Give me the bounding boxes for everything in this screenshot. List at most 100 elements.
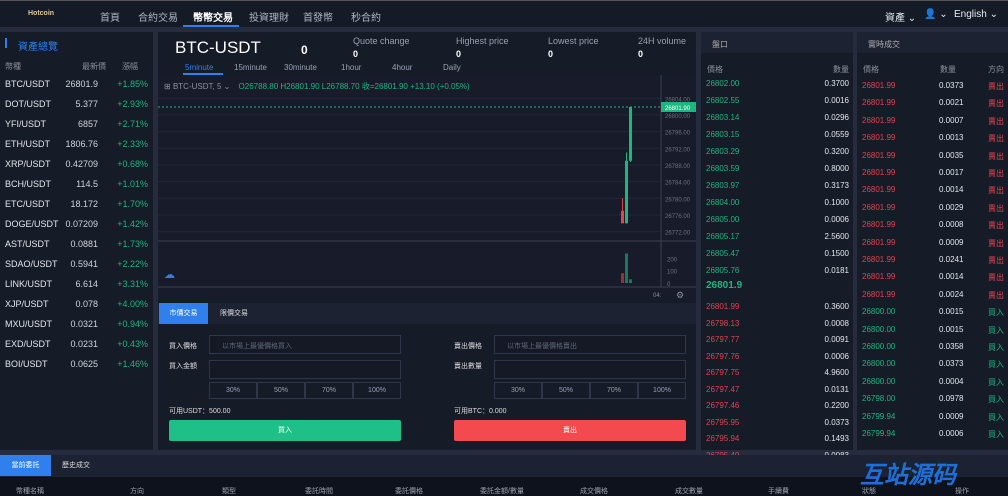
legend-symbol[interactable]: BTC-USDT, 5: [173, 82, 221, 91]
logo[interactable]: Hotcoin: [28, 10, 54, 17]
nav-item-1[interactable]: 合約交易: [138, 9, 178, 24]
user-menu[interactable]: 👤 ⌄: [924, 9, 948, 20]
ask-price: 26805.76: [706, 266, 740, 275]
bid-row[interactable]: 26795.94 0.1493: [701, 434, 853, 451]
market-row[interactable]: ETC/USDT 18.172 +1.70%: [5, 199, 148, 219]
interval-2[interactable]: 30minute: [284, 63, 317, 72]
time-label: 04:: [653, 293, 662, 299]
buy-pct-0[interactable]: 30%: [209, 382, 257, 399]
bid-row[interactable]: 26797.46 0.2200: [701, 401, 853, 418]
market-row[interactable]: BOI/USDT 0.0625 +1.46%: [5, 359, 148, 379]
market-row[interactable]: ETH/USDT 1806.76 +2.33%: [5, 139, 148, 159]
trade-qty: 0.0014: [939, 272, 964, 282]
trade-row: 26801.99 0.0017 賣出: [857, 168, 1008, 185]
trade-qty: 0.0015: [939, 307, 964, 317]
settings-icon[interactable]: ⚙: [676, 290, 684, 300]
language-menu[interactable]: English ⌄: [954, 9, 998, 20]
bid-price: 26795.94: [706, 434, 740, 443]
nav-item-2[interactable]: 幣幣交易: [193, 9, 233, 24]
market-price: 0.078: [75, 299, 98, 309]
ask-row[interactable]: 26805.17 2.5600: [701, 232, 853, 249]
market-row[interactable]: SDAO/USDT 0.5941 +2.22%: [5, 259, 148, 279]
ask-row[interactable]: 26803.14 0.0296: [701, 113, 853, 130]
bid-row[interactable]: 26798.13 0.0008: [701, 319, 853, 336]
sell-pct-0[interactable]: 30%: [494, 382, 542, 399]
market-row[interactable]: EXD/USDT 0.0231 +0.43%: [5, 339, 148, 359]
market-row[interactable]: AST/USDT 0.0881 +1.73%: [5, 239, 148, 259]
stat-label: 24H volume: [638, 36, 687, 46]
trade-price: 26800.00: [862, 342, 896, 351]
legend-close: 收=26801.90: [361, 82, 408, 91]
kline-chart[interactable]: 26804.00 26800.00 26796.00 26792.00 26788.00…: [158, 75, 696, 300]
ask-qty: 0.8000: [824, 164, 849, 173]
ticker-header: BTC-USDT 0 Quote change 0 Highest price 0 Lo…: [158, 32, 696, 75]
orders-col-8: 手續費: [768, 488, 789, 495]
sell-amount-input[interactable]: [494, 360, 686, 379]
nav-item-0[interactable]: 首頁: [100, 9, 120, 24]
market-row[interactable]: XRP/USDT 0.42709 +0.68%: [5, 159, 148, 179]
interval-5[interactable]: Daily: [443, 63, 461, 72]
chart-canvas[interactable]: 26804.0026800.0026796.0026792.0026788.00…: [158, 75, 696, 300]
buy-amount-input[interactable]: [209, 360, 401, 379]
tab-current-orders[interactable]: 當前委託: [0, 455, 51, 476]
price-tick: 26780.00: [665, 197, 691, 203]
tab-limit[interactable]: 限價交易: [220, 303, 248, 324]
interval-4[interactable]: 4hour: [392, 63, 412, 72]
ask-price: 26804.00: [706, 198, 740, 207]
interval-3[interactable]: 1hour: [341, 63, 361, 72]
ask-row[interactable]: 26804.00 0.1000: [701, 198, 853, 215]
ask-row[interactable]: 26805.00 0.0006: [701, 215, 853, 232]
orders-col-3: 委託時間: [305, 488, 333, 495]
ask-row[interactable]: 26802.55 0.0016: [701, 96, 853, 113]
market-row[interactable]: XJP/USDT 0.078 +4.00%: [5, 299, 148, 319]
bid-row[interactable]: 26797.77 0.0091: [701, 335, 853, 352]
market-row[interactable]: DOGE/USDT 0.07209 +1.42%: [5, 219, 148, 239]
market-row[interactable]: YFI/USDT 6857 +2.71%: [5, 119, 148, 139]
tab-market[interactable]: 市價交易: [159, 303, 208, 324]
tab-history[interactable]: 歷史成交: [62, 455, 90, 476]
cloud-icon[interactable]: ☁: [164, 269, 175, 281]
plus-icon[interactable]: ⊞: [164, 82, 171, 91]
bid-row[interactable]: 26797.75 4.9600: [701, 368, 853, 385]
buy-button[interactable]: 買入: [169, 420, 401, 441]
sell-pct-2[interactable]: 70%: [590, 382, 638, 399]
trade-direction: 買入: [988, 377, 1004, 387]
trade-qty: 0.0006: [939, 429, 964, 438]
assets-menu[interactable]: 資產 ⌄: [885, 9, 916, 24]
ask-row[interactable]: 26803.15 0.0559: [701, 130, 853, 147]
market-pair: DOGE/USDT: [5, 219, 59, 229]
interval-1[interactable]: 15minute: [234, 63, 267, 72]
interval-0[interactable]: 5minute: [185, 63, 213, 72]
sell-button[interactable]: 賣出: [454, 420, 686, 441]
ask-row[interactable]: 26803.97 0.3173: [701, 181, 853, 198]
bid-row[interactable]: 26797.76 0.0006: [701, 352, 853, 369]
bid-row[interactable]: 26795.95 0.0373: [701, 418, 853, 435]
sell-pct-1[interactable]: 50%: [542, 382, 590, 399]
ask-row[interactable]: 26802.00 0.3700: [701, 79, 853, 96]
ask-row[interactable]: 26803.59 0.8000: [701, 164, 853, 181]
market-pair: LINK/USDT: [5, 279, 53, 289]
bid-row[interactable]: 26797.47 0.0131: [701, 385, 853, 402]
market-row[interactable]: MXU/USDT 0.0321 +0.94%: [5, 319, 148, 339]
sell-pct-3[interactable]: 100%: [638, 382, 686, 399]
bid-price: 26797.77: [706, 335, 740, 344]
sell-price-input[interactable]: 以市場上最優價格賣出: [494, 335, 686, 354]
trade-price: 26801.99: [862, 81, 896, 90]
trade-price: 26800.00: [862, 376, 896, 386]
trade-price: 26801.99: [862, 237, 896, 247]
nav-item-5[interactable]: 秒合約: [351, 9, 381, 24]
buy-pct-2[interactable]: 70%: [305, 382, 353, 399]
market-row[interactable]: DOT/USDT 5.377 +2.93%: [5, 99, 148, 119]
buy-pct-1[interactable]: 50%: [257, 382, 305, 399]
buy-pct-3[interactable]: 100%: [353, 382, 401, 399]
market-row[interactable]: BCH/USDT 114.5 +1.01%: [5, 179, 148, 199]
ask-row[interactable]: 26805.47 0.1500: [701, 249, 853, 266]
trade-qty: 0.0007: [939, 115, 964, 125]
market-row[interactable]: BTC/USDT 26801.9 +1.85%: [5, 79, 148, 99]
bid-row[interactable]: 26801.99 0.3600: [701, 302, 853, 319]
ask-row[interactable]: 26803.29 0.3200: [701, 147, 853, 164]
buy-price-input[interactable]: 以市場上最優價格買入: [209, 335, 401, 354]
nav-item-3[interactable]: 投資理財: [249, 9, 289, 24]
market-row[interactable]: LINK/USDT 6.614 +3.31%: [5, 279, 148, 299]
nav-item-4[interactable]: 首發幣: [303, 9, 333, 24]
